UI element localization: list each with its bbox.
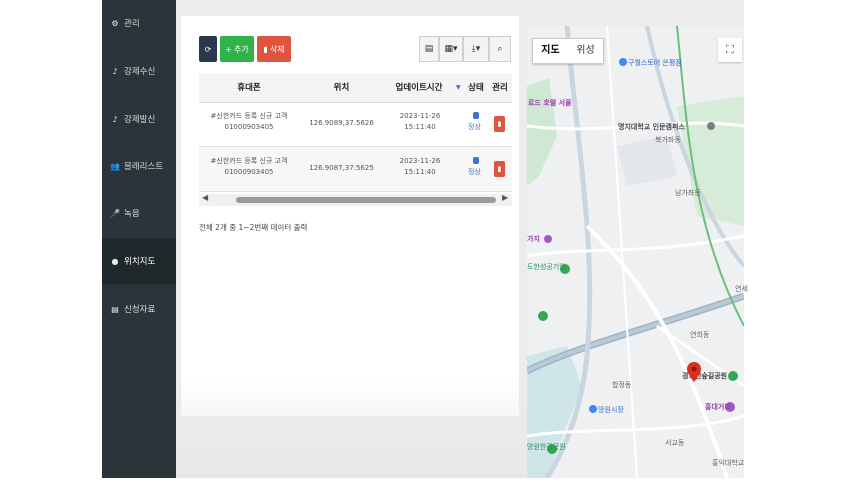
map-label-hongdae: 홍대거리 xyxy=(705,403,731,411)
trash-icon: ▮ xyxy=(263,44,268,54)
trash-icon: ▮ xyxy=(497,120,502,128)
scroll-right-icon[interactable]: ▶ xyxy=(502,193,508,202)
add-button-label: 추가 xyxy=(233,44,249,54)
scroll-left-icon[interactable]: ◀ xyxy=(202,193,208,202)
map-type-tabs: 지도 위성 xyxy=(532,38,604,64)
location-cell: 126.9087,37.5625 xyxy=(309,164,374,172)
status-icon xyxy=(473,157,479,164)
time-cell: 2023-11-26 15:11:40 xyxy=(389,111,451,133)
map-label-store: 구월스토어 은평점 xyxy=(628,59,682,67)
column-status[interactable]: 상태 xyxy=(464,74,488,102)
refresh-icon: ⟳ xyxy=(204,44,212,54)
phone-in-icon: ♪ xyxy=(112,66,118,76)
document-icon: ▤ xyxy=(424,44,434,54)
grid-icon: ▦▾ xyxy=(444,44,458,54)
scrollbar-thumb[interactable] xyxy=(236,197,496,203)
map-label-park: 도한성공기업 xyxy=(527,263,566,271)
sidebar-item-force-send[interactable]: ♪ 강제발신 xyxy=(102,96,176,142)
phone-number: 01000903405 xyxy=(224,168,274,176)
update-date: 2023-11-26 xyxy=(399,112,441,120)
table-row[interactable]: #신한카드 등록 신규 고객 01000903405 126.9087,37.5… xyxy=(199,147,512,192)
map-label-gaji: 가지 xyxy=(527,235,540,243)
export-button[interactable]: ▤ xyxy=(419,36,439,62)
refresh-button[interactable]: ⟳ xyxy=(199,36,217,62)
plus-icon: + xyxy=(225,44,232,54)
update-time: 15:11:40 xyxy=(404,168,436,176)
microphone-icon: 🎤 xyxy=(110,208,120,218)
sidebar-item-recording[interactable]: 🎤 녹음 xyxy=(102,190,176,236)
sort-desc-icon[interactable]: ▼ xyxy=(456,84,461,91)
phone-out-icon: ♪ xyxy=(112,114,118,124)
map-label-mangwon-park: 망원한강공원 xyxy=(527,443,566,451)
phone-cell: #신한카드 등록 신규 고객 01000903405 xyxy=(201,111,297,133)
sidebar-item-label: 녹음 xyxy=(124,209,140,219)
map-label-seogyo: 서교동 xyxy=(665,439,685,447)
update-time: 15:11:40 xyxy=(404,123,436,131)
sidebar: ⚙ 관리 ♪ 강제수신 ♪ 강제발신 👥 블래리스트 🎤 녹음 ● 위치지도 ▤ 신청자료 xyxy=(102,0,176,478)
map-label-yeonhui: 연희동 xyxy=(690,331,710,339)
row-delete-button[interactable]: ▮ xyxy=(494,161,505,177)
location-marker-icon[interactable] xyxy=(687,362,701,382)
search-button[interactable]: ⌕ xyxy=(489,36,511,62)
time-cell: 2023-11-26 15:11:40 xyxy=(389,156,451,178)
pagination-info: 전체 2개 중 1~2번째 데이터 출력 xyxy=(199,223,308,232)
sidebar-item-label: 강제수신 xyxy=(124,67,156,77)
sidebar-item-label: 관리 xyxy=(124,19,140,29)
sidebar-item-manage[interactable]: ⚙ 관리 xyxy=(102,0,176,46)
column-manage[interactable]: 관리 xyxy=(488,74,512,102)
column-phone[interactable]: 휴대폰 xyxy=(199,74,299,102)
map-label-namgajwa: 남가좌동 xyxy=(675,189,701,197)
fullscreen-button[interactable]: ⛶ xyxy=(718,38,742,62)
delete-button-label: 삭제 xyxy=(269,44,285,54)
table-header: 휴대폰 위치 업데이트시간 ▼ 상태 관리 xyxy=(199,74,512,103)
download-icon: ⤓▾ xyxy=(471,44,481,54)
users-icon: 👥 xyxy=(110,161,120,171)
table-row[interactable]: #신한카드 등록 신규 고객 01000903405 126.9089,37.5… xyxy=(199,102,512,147)
document-icon: ▤ xyxy=(111,304,119,314)
sidebar-item-label: 신청자료 xyxy=(124,305,156,315)
delete-button[interactable]: ▮ 삭제 xyxy=(257,36,291,62)
sidebar-item-force-receive[interactable]: ♪ 강제수신 xyxy=(102,48,176,94)
gear-icon: ⚙ xyxy=(111,18,119,28)
sidebar-item-application[interactable]: ▤ 신청자료 xyxy=(102,286,176,332)
sidebar-item-label: 위치지도 xyxy=(124,257,156,267)
add-button[interactable]: + 추가 xyxy=(220,36,254,62)
map-pin-icon: ● xyxy=(111,256,119,266)
map-label-yonsei: 연세 xyxy=(735,285,748,293)
fullscreen-icon: ⛶ xyxy=(726,43,734,56)
phone-name: #신한카드 등록 신규 고객 xyxy=(210,157,288,165)
sidebar-item-label: 블래리스트 xyxy=(124,162,164,172)
phone-cell: #신한카드 등록 신규 고객 01000903405 xyxy=(201,156,297,178)
download-button[interactable]: ⤓▾ xyxy=(463,36,489,62)
trash-icon: ▮ xyxy=(497,165,502,173)
update-date: 2023-11-26 xyxy=(399,157,441,165)
sidebar-item-label: 강제발신 xyxy=(124,115,156,125)
search-icon: ⌕ xyxy=(497,44,503,54)
status-icon xyxy=(473,112,479,119)
tab-map[interactable]: 지도 xyxy=(533,39,568,63)
row-delete-button[interactable]: ▮ xyxy=(494,116,505,132)
map-label-hotel: 로드 호텔 서울 xyxy=(528,99,572,107)
map-label-bukgajwa: 북가좌동 xyxy=(655,136,681,144)
phone-number: 01000903405 xyxy=(224,123,274,131)
sidebar-item-location-map[interactable]: ● 위치지도 xyxy=(102,238,176,284)
tab-satellite[interactable]: 위성 xyxy=(568,39,603,63)
map-label-hapjeong: 합정동 xyxy=(612,381,632,389)
status-badge: 정상 xyxy=(468,168,481,176)
status-badge: 정상 xyxy=(468,123,481,131)
map-label-university: 명지대학교 인문캠퍼스 xyxy=(618,123,685,131)
sidebar-item-blacklist[interactable]: 👥 블래리스트 xyxy=(102,143,176,189)
bottom-fade xyxy=(176,380,526,478)
phone-name: #신한카드 등록 신규 고객 xyxy=(210,112,288,120)
map-label-mangwon-market: 망원시장 xyxy=(598,406,624,414)
map-label-hongik: 홍익대학교 xyxy=(712,459,745,467)
column-location[interactable]: 위치 xyxy=(299,74,384,102)
column-updated[interactable]: 업데이트시간 xyxy=(384,74,454,102)
location-cell: 126.9089,37.5626 xyxy=(309,119,374,127)
columns-button[interactable]: ▦▾ xyxy=(439,36,463,62)
